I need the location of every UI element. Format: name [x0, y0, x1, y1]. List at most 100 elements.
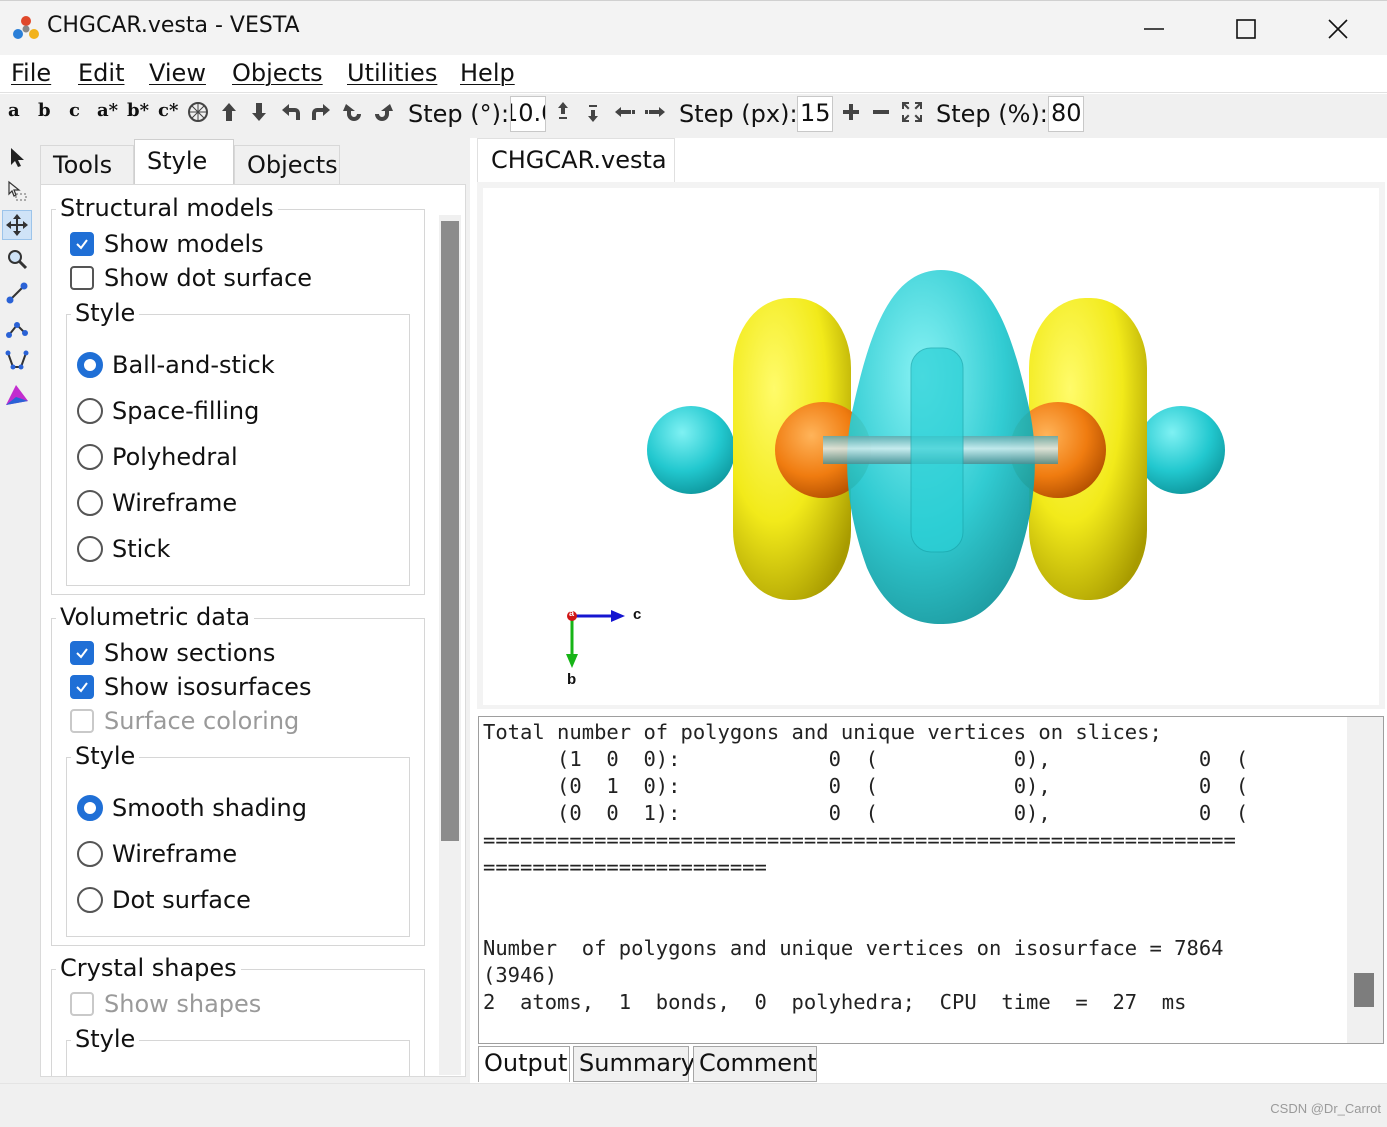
zoom-in-icon[interactable] — [839, 100, 863, 124]
output-text: Total number of polygons and unique vert… — [483, 720, 1249, 1014]
step-pct-label: Step (%): — [936, 100, 1048, 128]
tab-output[interactable]: Output — [478, 1046, 570, 1082]
plane-tool-button[interactable] — [2, 380, 32, 410]
axis-label-b: b — [567, 671, 577, 688]
show-sections-checkbox[interactable]: Show sections — [70, 639, 275, 667]
structural-models-group: Structural models Show models Show dot s… — [51, 194, 425, 595]
radio-label: Space-filling — [112, 397, 260, 425]
radio-polyhedral[interactable]: Polyhedral — [77, 443, 238, 471]
output-pane[interactable]: Total number of polygons and unique vert… — [478, 716, 1384, 1044]
view-along-b-button[interactable]: b — [38, 100, 51, 121]
distance-tool-button[interactable] — [2, 278, 32, 308]
radio-space-filling[interactable]: Space-filling — [77, 397, 259, 425]
show-isosurfaces-checkbox[interactable]: Show isosurfaces — [70, 673, 311, 701]
minimize-icon — [1144, 27, 1164, 30]
view-along-c-button[interactable]: c — [69, 100, 80, 121]
left-panel-scrollbar-thumb[interactable] — [441, 221, 459, 841]
menu-utilities[interactable]: Utilities — [347, 59, 437, 87]
angle-icon — [6, 322, 28, 338]
document-tab[interactable]: CHGCAR.vesta — [477, 138, 675, 182]
tab-tools[interactable]: Tools — [40, 145, 134, 184]
tab-summary[interactable]: Summary — [573, 1046, 695, 1082]
view-along-a-star-button[interactable]: a* — [97, 100, 118, 121]
magnify-tool-button[interactable] — [2, 244, 32, 274]
radio-wireframe[interactable]: Wireframe — [77, 489, 237, 517]
structure-canvas[interactable]: a c b — [483, 188, 1379, 705]
tab-objects[interactable]: Objects — [234, 145, 340, 184]
minimize-button[interactable] — [1108, 1, 1200, 56]
watermark: CSDN @Dr_Carrot — [1270, 1101, 1381, 1116]
rotate-right-icon[interactable] — [309, 100, 333, 124]
menu-objects[interactable]: Objects — [232, 59, 323, 87]
radio-label: Dot surface — [112, 886, 251, 914]
radio-unselected-icon — [77, 398, 103, 424]
select-tool-button[interactable] — [2, 142, 32, 172]
rotate-down-icon[interactable] — [247, 100, 271, 124]
tab-style[interactable]: Style — [134, 139, 234, 185]
angle-tool-button[interactable] — [2, 312, 32, 342]
zoom-out-icon[interactable] — [869, 100, 893, 124]
crystal-shapes-title: Crystal shapes — [56, 954, 241, 982]
rotate-left-icon[interactable] — [279, 100, 303, 124]
maximize-button[interactable] — [1200, 1, 1292, 56]
radio-unselected-icon — [77, 490, 103, 516]
3d-viewport[interactable]: a c b — [477, 182, 1385, 709]
radio-label: Ball-and-stick — [112, 351, 275, 379]
tab-comment[interactable]: Comment — [693, 1046, 817, 1082]
vesta-app-icon — [13, 16, 39, 39]
magnifier-icon — [8, 250, 28, 270]
view-along-b-star-button[interactable]: b* — [127, 100, 149, 121]
dashed-select-icon — [8, 180, 27, 201]
radio-ball-and-stick[interactable]: Ball-and-stick — [77, 351, 275, 379]
surface-coloring-checkbox: Surface coloring — [70, 707, 299, 735]
step-px-input[interactable]: 15 — [797, 96, 833, 132]
step-increase-icon[interactable] — [551, 100, 575, 124]
c-axis-arrow — [611, 610, 625, 622]
dihedral-tool-button[interactable] — [2, 346, 32, 376]
b-axis-arrow — [566, 654, 578, 668]
radio-volumetric-wireframe[interactable]: Wireframe — [77, 840, 237, 868]
close-button[interactable] — [1292, 1, 1384, 56]
step-deg-input[interactable]: 10.0 — [510, 96, 546, 132]
menu-edit[interactable]: Edit — [78, 59, 124, 87]
view-along-c-star-button[interactable]: c* — [158, 100, 178, 121]
show-dot-surface-label: Show dot surface — [104, 264, 313, 292]
step-decrease-icon[interactable] — [581, 100, 605, 124]
checkbox-unchecked-icon — [70, 266, 94, 290]
plane-icon — [6, 385, 28, 405]
menu-view[interactable]: View — [149, 59, 206, 87]
orientation-sphere-icon[interactable] — [186, 100, 210, 124]
axis-label-a: a — [569, 608, 575, 618]
menu-file[interactable]: File — [11, 59, 51, 87]
radio-stick[interactable]: Stick — [77, 535, 170, 563]
rotate-ccw-icon[interactable] — [341, 100, 365, 124]
view-along-a-button[interactable]: a — [8, 100, 20, 121]
radio-dot-surface[interactable]: Dot surface — [77, 886, 251, 914]
show-models-checkbox[interactable]: Show models — [70, 230, 264, 258]
radio-label: Smooth shading — [112, 794, 307, 822]
translate-left-icon[interactable] — [613, 100, 637, 124]
radio-selected-icon — [77, 352, 103, 378]
radio-unselected-icon — [77, 536, 103, 562]
cyan-lobe-right — [1137, 406, 1225, 494]
radio-label: Stick — [112, 535, 171, 563]
rotate-up-icon[interactable] — [217, 100, 241, 124]
fit-to-screen-icon[interactable] — [900, 100, 924, 124]
show-dot-surface-checkbox[interactable]: Show dot surface — [70, 264, 312, 292]
toolbar: a b c a* b* c* Step (°): 10.0 Step (px):… — [0, 94, 1387, 138]
show-sections-label: Show sections — [104, 639, 276, 667]
output-scrollbar-thumb[interactable] — [1354, 973, 1374, 1007]
rotate-cw-icon[interactable] — [371, 100, 395, 124]
menu-help[interactable]: Help — [460, 59, 515, 87]
step-pct-input[interactable]: 80 — [1048, 96, 1084, 132]
checkbox-checked-icon — [70, 232, 94, 256]
radio-selected-icon — [77, 795, 103, 821]
radio-smooth-shading[interactable]: Smooth shading — [77, 794, 307, 822]
translate-tool-button[interactable] — [2, 210, 32, 240]
area-select-tool-button[interactable] — [2, 176, 32, 206]
translate-right-icon[interactable] — [643, 100, 667, 124]
title-bar: CHGCAR.vesta - VESTA — [0, 0, 1387, 55]
structural-models-title: Structural models — [56, 194, 278, 222]
cyan-lobe-left — [647, 406, 735, 494]
style-tab-content: Structural models Show models Show dot s… — [40, 184, 466, 1077]
